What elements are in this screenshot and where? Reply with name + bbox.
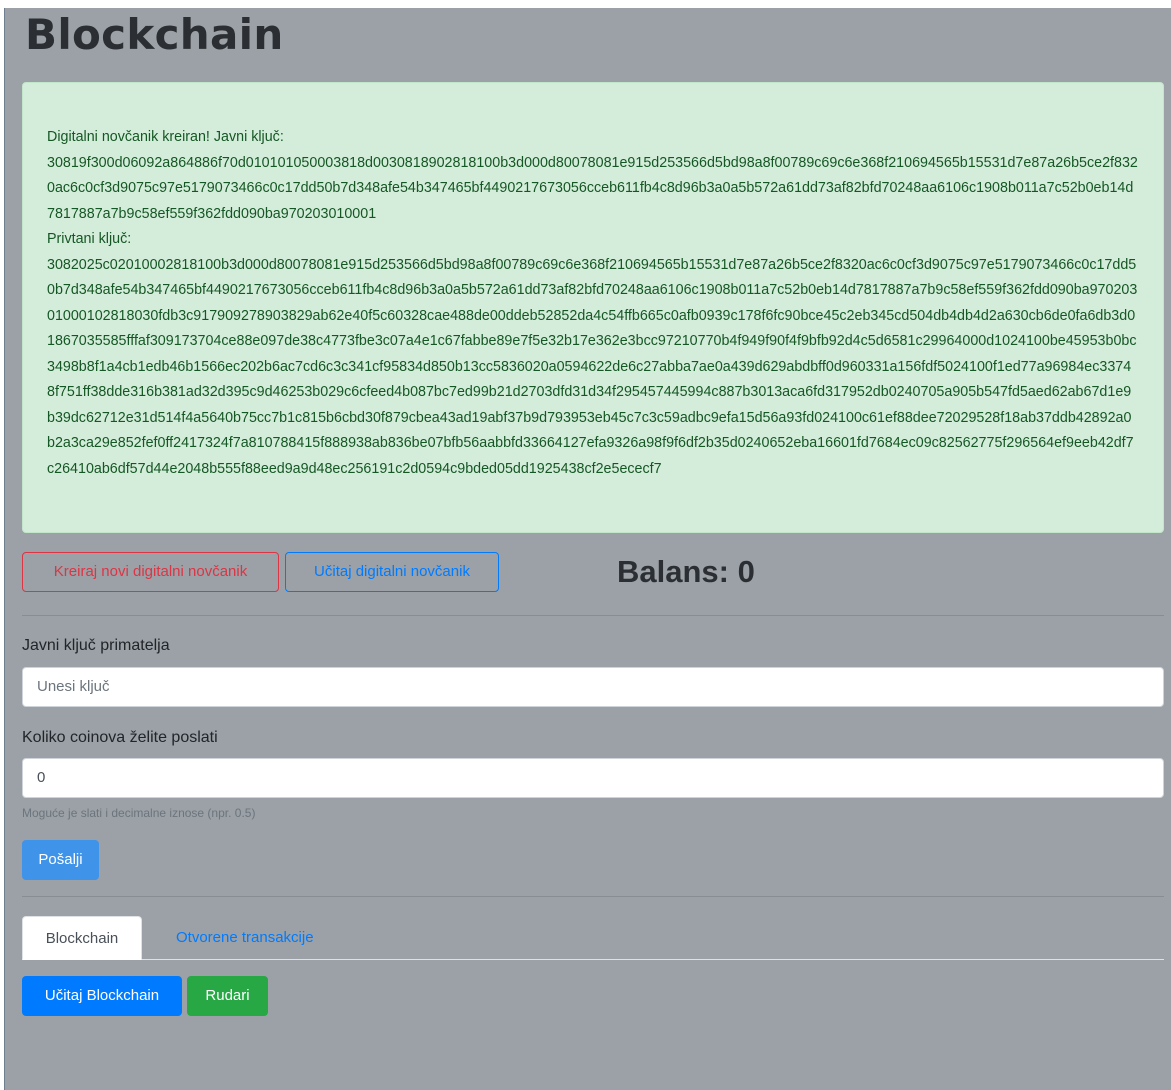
- balance-display: Balans: 0: [617, 554, 755, 589]
- page-background: Blockchain Digitalni novčanik kreiran! J…: [4, 8, 1171, 1090]
- wallet-actions-row: Kreiraj novi digitalni novčanik Učitaj d…: [22, 552, 1164, 592]
- create-wallet-button[interactable]: Kreiraj novi digitalni novčanik: [22, 552, 279, 592]
- load-blockchain-button[interactable]: Učitaj Blockchain: [22, 976, 182, 1016]
- wallet-created-alert: Digitalni novčanik kreiran! Javni ključ:…: [22, 82, 1164, 533]
- private-key-text: 3082025c02010002818100b3d000d80078081e91…: [47, 256, 1138, 477]
- divider: [22, 896, 1164, 897]
- page-title: Blockchain: [25, 10, 284, 59]
- alert-message: Digitalni novčanik kreiran! Javni ključ:: [47, 129, 284, 145]
- recipient-key-label: Javni ključ primatelja: [22, 637, 170, 654]
- public-key-text: 30819f300d06092a864886f70d01010105000381…: [47, 154, 1138, 222]
- private-key-label: Privtani ključ:: [47, 231, 132, 247]
- load-wallet-button[interactable]: Učitaj digitalni novčanik: [285, 552, 499, 592]
- tab-open-transactions[interactable]: Otvorene transakcije: [158, 916, 332, 960]
- tab-bar: Blockchain Otvorene transakcije: [22, 916, 1164, 960]
- divider: [22, 615, 1164, 616]
- mine-button[interactable]: Rudari: [187, 976, 268, 1016]
- recipient-key-input[interactable]: Unesi ključ: [22, 667, 1164, 707]
- tab-blockchain[interactable]: Blockchain: [22, 916, 142, 960]
- amount-input[interactable]: 0: [22, 758, 1164, 798]
- amount-help-text: Moguće je slati i decimalne iznose (npr.…: [22, 806, 256, 820]
- amount-label: Koliko coinova želite poslati: [22, 729, 218, 746]
- send-button[interactable]: Pošalji: [22, 840, 99, 880]
